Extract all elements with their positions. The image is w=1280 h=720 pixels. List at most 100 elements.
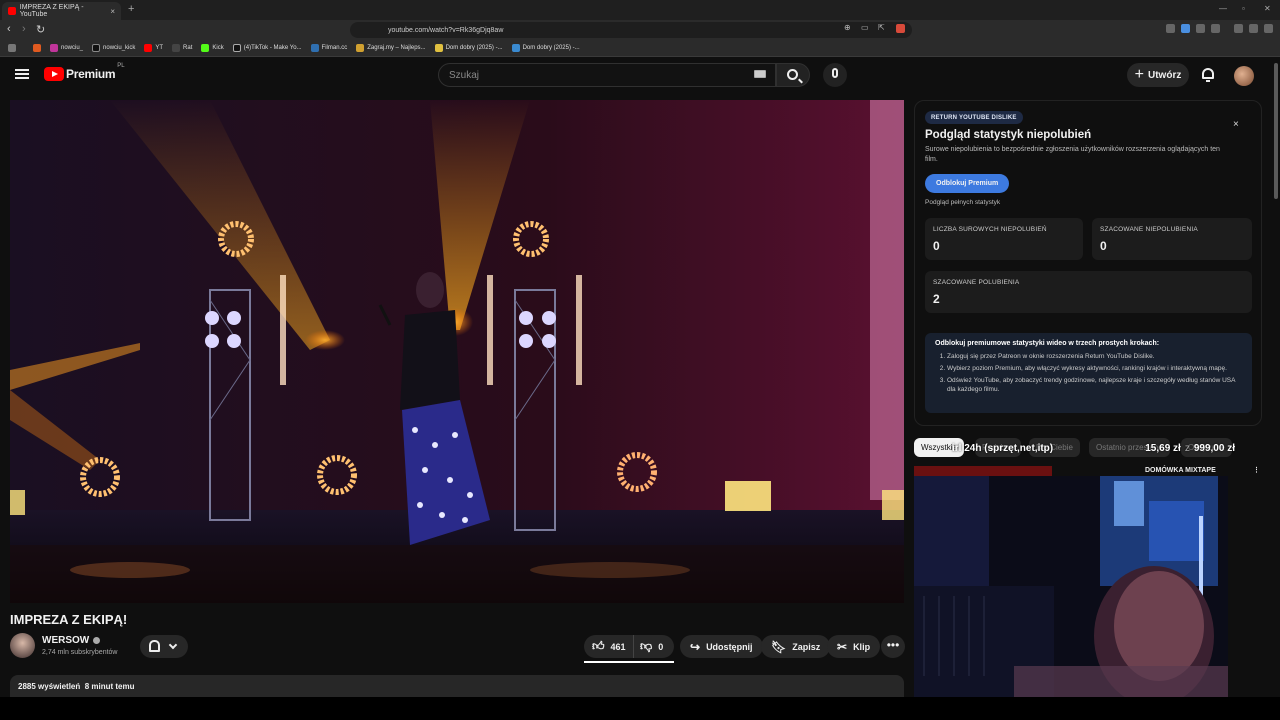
bookmark-item[interactable]: nowciu_kick [92, 44, 135, 52]
bookmark-item[interactable]: (4)TikTok - Make Yo... [232, 44, 302, 52]
menu-dots-icon[interactable] [1264, 24, 1273, 33]
bookmark-item[interactable]: Zagraj.my – Najleps... [356, 44, 426, 52]
thumbs-down-icon: 👎︎ [640, 639, 653, 653]
extension-icon[interactable] [896, 24, 905, 33]
like-count: 461 [610, 641, 626, 652]
dislike-count: 0 [658, 641, 664, 652]
premium-steps: Odblokuj premiumowe statystyki wideo w t… [925, 333, 1252, 413]
search-button[interactable] [776, 63, 810, 87]
like-button[interactable]: 👍︎ 461 [584, 635, 634, 658]
scrollbar-thumb[interactable] [1274, 63, 1278, 199]
step-item: Odśwież YouTube, aby zobaczyć trendy god… [947, 376, 1242, 394]
clip-button[interactable]: ✂ Klip [827, 635, 881, 658]
recommendation-thumbnail [914, 466, 1052, 476]
stat-raw-dislikes: LICZBA SUROWYCH NIEPOLUBIEŃ 0 [925, 218, 1083, 260]
bookmark-item[interactable]: Rat [172, 44, 192, 52]
notifications-bell-icon[interactable] [1201, 67, 1215, 82]
back-icon[interactable]: ‹ [7, 23, 11, 35]
search-input[interactable]: Szukaj [438, 63, 776, 87]
shield-icon[interactable] [1249, 24, 1258, 33]
upload-time: 8 minut temu [84, 682, 135, 691]
browser-nav-bar: ‹ › ↻ ▯ youtube.com/watch?v=Rk36gDjq8aw … [0, 20, 1280, 40]
share-url-icon[interactable]: ⇱ [878, 23, 885, 32]
bookmark-item[interactable]: Filman.cc [310, 44, 347, 52]
window-close-icon[interactable]: ✕ [1264, 4, 1271, 13]
cast-icon[interactable]: ▭ [861, 23, 869, 32]
channel-name[interactable]: WERSOW [42, 635, 101, 646]
recommendation-menu-icon[interactable]: ⋮ [1253, 466, 1260, 474]
like-dislike-group: 👍︎ 461 👎︎ 0 [584, 635, 674, 658]
thumbs-up-icon: 👍︎ [592, 639, 605, 653]
more-actions-button[interactable]: ••• [881, 635, 905, 658]
hamburger-menu-icon[interactable] [15, 69, 29, 79]
maximize-icon[interactable]: ▫ [1242, 4, 1245, 13]
stat-estimated-likes: SZACOWANE POLUBIENIA 2 [925, 271, 1252, 313]
new-tab-icon[interactable]: + [128, 3, 134, 15]
minimize-icon[interactable]: — [1219, 4, 1227, 13]
steps-heading: Odblokuj premiumowe statystyki wideo w t… [935, 340, 1160, 347]
browser-tab[interactable]: IMPREZA Z EKIPĄ - YouTube × [2, 2, 121, 20]
apps-icon[interactable] [8, 44, 19, 52]
webcam-overlay [914, 476, 1228, 697]
extension-icon[interactable] [1181, 24, 1190, 33]
taskbar [0, 697, 1280, 720]
youtube-logo[interactable]: Premium PL [44, 63, 125, 81]
view-count: 2885 wyświetleń [18, 682, 81, 691]
description-box[interactable]: 2885 wyświetleń 8 minut temu [10, 675, 904, 697]
save-button[interactable]: 🔖︎ Zapisz [761, 635, 831, 658]
bookmark-item[interactable]: Dom dobry (2025) -... [511, 44, 580, 52]
ryd-subtitle: Surowe niepolubienia to bezpośrednie zgł… [925, 146, 1220, 163]
user-avatar[interactable] [1234, 66, 1254, 86]
extension-icon[interactable] [1166, 24, 1175, 33]
ryd-panel: RETURN YOUTUBE DISLIKE × Podgląd statyst… [914, 100, 1262, 426]
create-button[interactable]: + Utwórz [1127, 63, 1189, 87]
media-icon[interactable] [1234, 24, 1243, 33]
youtube-play-icon [44, 67, 64, 81]
donation-goal-overlay: irl 24h (sprzęt,net,itp) 15,69 zł z 999,… [952, 437, 1235, 459]
tab-title: IMPREZA Z EKIPĄ - YouTube [19, 4, 84, 18]
bookmarks-bar: nowciu_ nowciu_kick YT Rat Kick (4)TikTo… [0, 40, 1280, 57]
voice-search-button[interactable] [823, 63, 847, 87]
subscription-notifications-button[interactable] [140, 635, 188, 658]
bookmark-icon: 🔖︎ [771, 639, 787, 654]
tab-close-icon[interactable]: × [110, 7, 115, 16]
like-ratio-bar [584, 661, 674, 663]
share-icon: ↪ [690, 639, 701, 654]
forward-icon[interactable]: › [22, 23, 26, 35]
webcam-frame [914, 476, 1228, 697]
close-icon[interactable]: × [1233, 119, 1239, 130]
create-label: Utwórz [1148, 69, 1182, 81]
verified-icon [93, 637, 101, 644]
preview-note: Podgląd pełnych statystyk [925, 199, 1001, 206]
keyboard-icon[interactable] [754, 70, 766, 78]
goal-current: 15,69 zł [1145, 442, 1181, 454]
bookmark-item[interactable]: Kick [201, 44, 224, 52]
bookmark-item[interactable]: Dom dobry (2025) -... [434, 44, 503, 52]
dislike-button[interactable]: 👎︎ 0 [634, 635, 663, 658]
zoom-icon[interactable]: ⊕ [844, 23, 851, 32]
search-icon [787, 69, 798, 80]
unlock-premium-button[interactable]: Odblokuj Premium [925, 174, 1010, 193]
youtube-header: Premium PL Szukaj + Utwórz [0, 57, 1270, 93]
logo-region: PL [117, 63, 125, 69]
bookmark-item[interactable] [33, 44, 44, 52]
extension-icon[interactable] [1196, 24, 1205, 33]
goal-target: 999,00 zł [1193, 442, 1235, 454]
video-player[interactable] [10, 100, 904, 603]
video-title: IMPREZA Z EKIPĄ! [10, 612, 128, 627]
address-bar[interactable]: youtube.com/watch?v=Rk36gDjq8aw [350, 22, 912, 38]
goal-separator: z [1184, 442, 1190, 454]
reload-icon[interactable]: ↻ [36, 23, 45, 36]
stat-estimated-dislikes: SZACOWANE NIEPOLUBIENIA 0 [1092, 218, 1252, 260]
goal-label: irl 24h (sprzęt,net,itp) [952, 442, 1054, 454]
microphone-icon [832, 68, 838, 78]
browser-tab-bar: IMPREZA Z EKIPĄ - YouTube × + — ▫ ✕ [0, 0, 1280, 20]
step-item: Wybierz poziom Premium, aby włączyć wykr… [947, 364, 1242, 373]
channel-avatar[interactable] [10, 633, 35, 658]
page-scrollbar[interactable] [1272, 57, 1280, 697]
bookmark-item[interactable]: nowciu_ [50, 44, 83, 52]
extension-icon[interactable] [1211, 24, 1220, 33]
scissors-icon: ✂ [837, 639, 848, 654]
bookmark-item[interactable]: YT [144, 44, 163, 52]
share-button[interactable]: ↪ Udostępnij [680, 635, 763, 658]
